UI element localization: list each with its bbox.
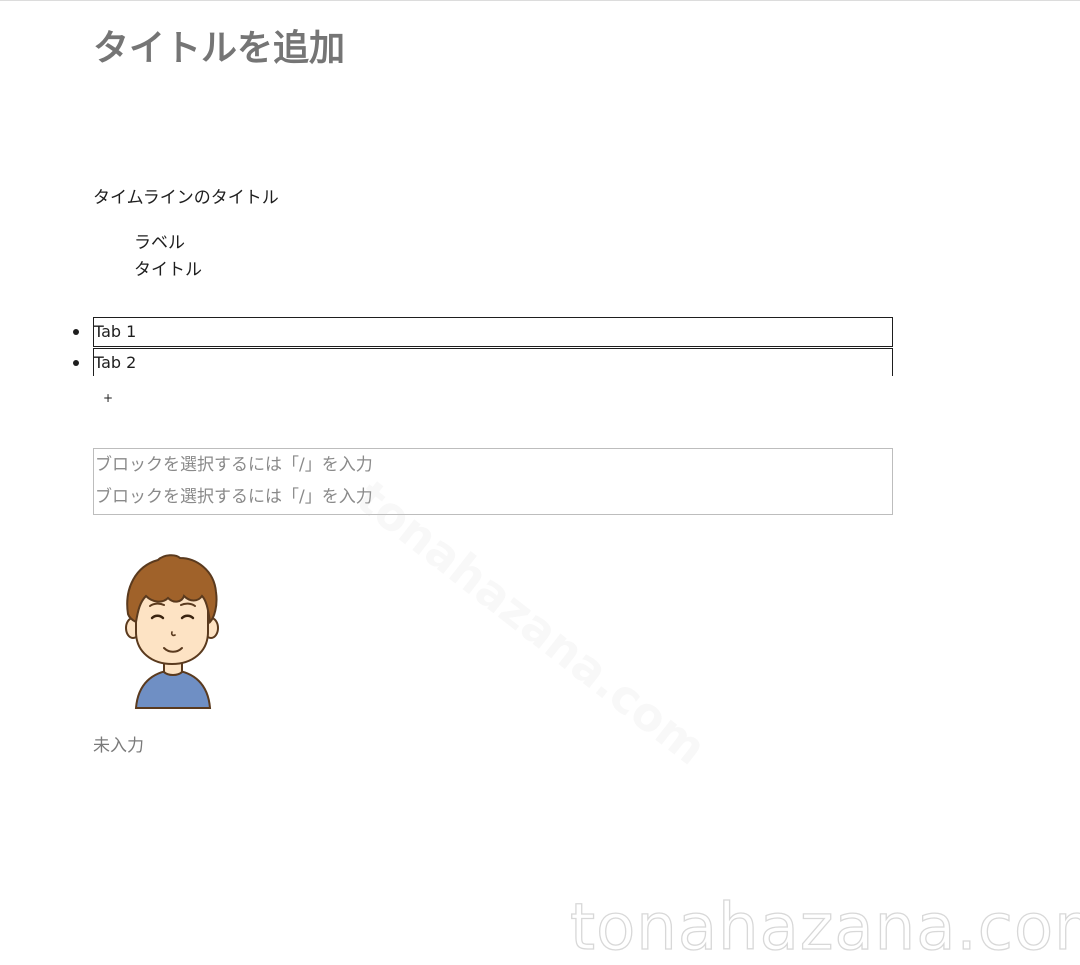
timeline-title[interactable]: タイムラインのタイトル [93,186,279,210]
timeline-item-title[interactable]: タイトル [134,258,202,282]
timeline-label[interactable]: ラベル [134,231,185,255]
tab-item: Tab 2 [0,348,1080,379]
watermark-corner: tonahazana.com [569,891,1080,965]
tab-list: Tab 1 Tab 2 [0,317,1080,379]
boy-avatar-icon[interactable] [118,552,228,710]
tab-1[interactable]: Tab 1 [93,317,893,347]
block-placeholder[interactable]: ブロックを選択するには「/」を入力 [95,453,373,477]
add-tab-button[interactable]: + [103,390,113,406]
bullet-icon [73,360,79,366]
top-divider [0,0,1080,1]
watermark-diagonal: tonahazana.com [346,470,717,776]
unfilled-placeholder[interactable]: 未入力 [93,734,144,758]
tab-2[interactable]: Tab 2 [93,348,893,376]
page-title[interactable]: タイトルを追加 [93,27,345,71]
block-editor-area[interactable]: ブロックを選択するには「/」を入力 ブロックを選択するには「/」を入力 [93,448,893,515]
bullet-icon [73,329,79,335]
block-placeholder[interactable]: ブロックを選択するには「/」を入力 [95,485,373,509]
tab-item: Tab 1 [0,317,1080,348]
